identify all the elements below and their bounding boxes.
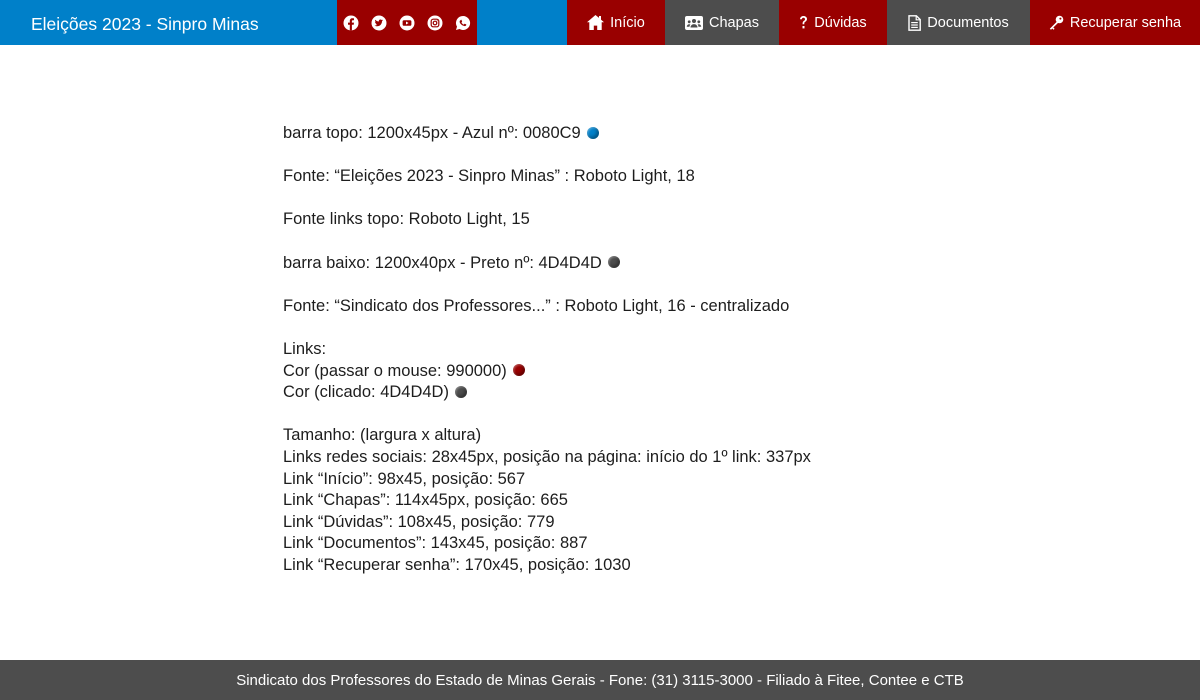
spec-text: Link “Recuperar senha”: 170x45, posição:… xyxy=(283,555,631,574)
instagram-link[interactable] xyxy=(421,0,449,45)
spec-text: Link “Documentos”: 143x45, posição: 887 xyxy=(283,534,588,553)
gray-color-swatch xyxy=(607,256,620,269)
social-links xyxy=(337,0,477,45)
home-icon xyxy=(587,15,605,30)
nav-chapas-label: Chapas xyxy=(709,14,759,31)
youtube-link[interactable] xyxy=(393,0,421,45)
users-icon xyxy=(685,15,703,30)
spec-text: Tamanho: (largura x altura) xyxy=(283,426,482,445)
document-icon xyxy=(908,14,922,31)
facebook-icon xyxy=(343,15,359,30)
spec-line: barra topo: 1200x45px - Azul nº: 0080C9 xyxy=(283,123,983,145)
question-icon xyxy=(799,15,808,30)
spec-line: Link “Recuperar senha”: 170x45, posição:… xyxy=(283,555,983,577)
nav-inicio[interactable]: Início xyxy=(567,0,665,45)
spec-line: Tamanho: (largura x altura) xyxy=(283,425,983,447)
spec-line: Link “Chapas”: 114x45px, posição: 665 xyxy=(283,490,983,512)
spec-text: Cor (passar o mouse: 990000) xyxy=(283,361,507,380)
twitter-icon xyxy=(371,15,387,30)
spec-text: Link “Chapas”: 114x45px, posição: 665 xyxy=(283,491,568,510)
nav-recuperar-senha[interactable]: Recuperar senha xyxy=(1030,0,1200,45)
nav-chapas[interactable]: Chapas xyxy=(665,0,779,45)
youtube-icon xyxy=(399,15,415,30)
spec-line: Cor (passar o mouse: 990000) xyxy=(283,361,983,383)
spec-notes: barra topo: 1200x45px - Azul nº: 0080C9 … xyxy=(283,123,983,576)
twitter-link[interactable] xyxy=(365,0,393,45)
spec-text: Fonte: “Sindicato dos Professores...” : … xyxy=(283,296,790,315)
footer-bar: Sindicato dos Professores do Estado de M… xyxy=(0,660,1200,700)
site-title: Eleições 2023 - Sinpro Minas xyxy=(31,14,259,34)
footer-text: Sindicato dos Professores do Estado de M… xyxy=(236,671,964,689)
key-icon xyxy=(1049,15,1064,30)
spec-text: Links redes sociais: 28x45px, posição na… xyxy=(283,447,811,466)
whatsapp-link[interactable] xyxy=(449,0,477,45)
spec-line: Link “Início”: 98x45, posição: 567 xyxy=(283,469,983,491)
blue-color-swatch xyxy=(586,126,599,139)
spec-text: Fonte links topo: Roboto Light, 15 xyxy=(283,210,530,229)
spec-line: Fonte links topo: Roboto Light, 15 xyxy=(283,209,983,231)
whatsapp-icon xyxy=(456,15,471,30)
spec-line: Link “Documentos”: 143x45, posição: 887 xyxy=(283,533,983,555)
spec-text: barra baixo: 1200x40px - Preto nº: 4D4D4… xyxy=(283,253,602,272)
nav-documentos[interactable]: Documentos xyxy=(887,0,1030,45)
spec-line: Link “Dúvidas”: 108x45, posição: 779 xyxy=(283,512,983,534)
spec-text: Link “Início”: 98x45, posição: 567 xyxy=(283,469,526,488)
facebook-link[interactable] xyxy=(337,0,365,45)
nav-recuperar-label: Recuperar senha xyxy=(1069,14,1182,31)
spec-text: Fonte: “Eleições 2023 - Sinpro Minas” : … xyxy=(283,167,695,186)
top-bar: Eleições 2023 - Sinpro Minas Início Chap… xyxy=(0,0,1200,45)
red-color-swatch xyxy=(512,364,525,377)
nav-duvidas[interactable]: Dúvidas xyxy=(779,0,887,45)
spec-line: barra baixo: 1200x40px - Preto nº: 4D4D4… xyxy=(283,253,983,275)
spec-line: Cor (clicado: 4D4D4D) xyxy=(283,382,983,404)
spec-line: Links redes sociais: 28x45px, posição na… xyxy=(283,447,983,469)
instagram-icon xyxy=(427,15,443,30)
spec-text: Links: xyxy=(283,339,327,358)
spec-line: Fonte: “Sindicato dos Professores...” : … xyxy=(283,296,983,318)
nav-duvidas-label: Dúvidas xyxy=(814,14,867,31)
spec-text: Link “Dúvidas”: 108x45, posição: 779 xyxy=(283,512,555,531)
gray-color-swatch xyxy=(454,385,467,398)
spec-text: barra topo: 1200x45px - Azul nº: 0080C9 xyxy=(283,124,581,142)
spec-line: Links: xyxy=(283,339,983,361)
nav-inicio-label: Início xyxy=(610,14,645,31)
nav-documentos-label: Documentos xyxy=(927,14,1009,31)
spec-text: Cor (clicado: 4D4D4D) xyxy=(283,383,449,402)
spec-line: Fonte: “Eleições 2023 - Sinpro Minas” : … xyxy=(283,166,983,188)
